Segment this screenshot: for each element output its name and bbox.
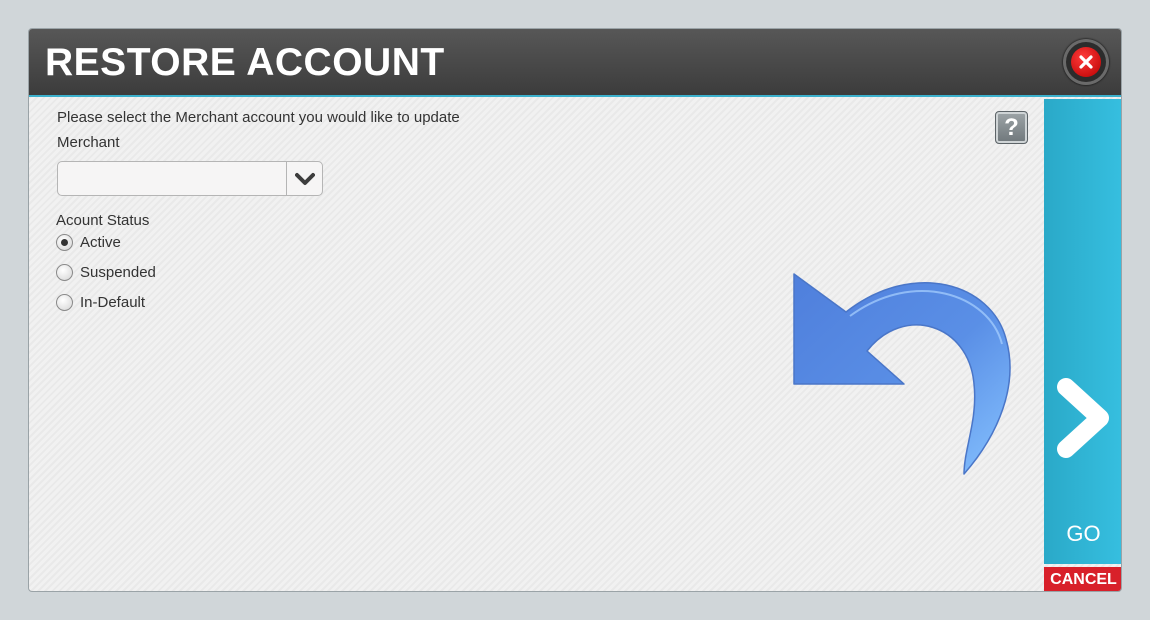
- merchant-select[interactable]: [57, 161, 323, 196]
- radio-button-in-default[interactable]: [56, 293, 73, 311]
- help-button[interactable]: ?: [995, 111, 1028, 144]
- radio-label-in-default: In-Default: [80, 293, 146, 311]
- go-label: GO: [1066, 521, 1101, 546]
- restore-arrow-icon: [764, 264, 1014, 484]
- dialog-title: RESTORE ACCOUNT: [45, 41, 445, 84]
- close-button[interactable]: [1063, 39, 1109, 85]
- radio-label-active: Active: [80, 233, 121, 251]
- go-button[interactable]: GO: [1044, 99, 1121, 564]
- radio-option-in-default[interactable]: In-Default: [56, 292, 145, 312]
- radio-button-active[interactable]: [56, 233, 73, 251]
- chevron-down-icon: [294, 172, 315, 185]
- cancel-button[interactable]: CANCEL: [1044, 567, 1121, 591]
- radio-label-suspended: Suspended: [80, 263, 156, 281]
- dialog-content: Please select the Merchant account you w…: [29, 99, 1044, 591]
- radio-button-suspended[interactable]: [56, 263, 73, 281]
- dropdown-button[interactable]: [286, 162, 322, 195]
- instructions-text: Please select the Merchant account you w…: [57, 109, 460, 126]
- chevron-right-icon: [1057, 378, 1109, 458]
- account-status-label: Acount Status: [56, 212, 150, 229]
- merchant-label: Merchant: [57, 134, 120, 151]
- close-icon: [1071, 47, 1101, 77]
- radio-option-suspended[interactable]: Suspended: [56, 262, 156, 282]
- help-icon: ?: [1004, 113, 1019, 141]
- radio-option-active[interactable]: Active: [56, 232, 121, 252]
- restore-account-dialog: RESTORE ACCOUNT Please select the Mercha…: [28, 28, 1122, 592]
- dialog-titlebar: RESTORE ACCOUNT: [29, 29, 1121, 97]
